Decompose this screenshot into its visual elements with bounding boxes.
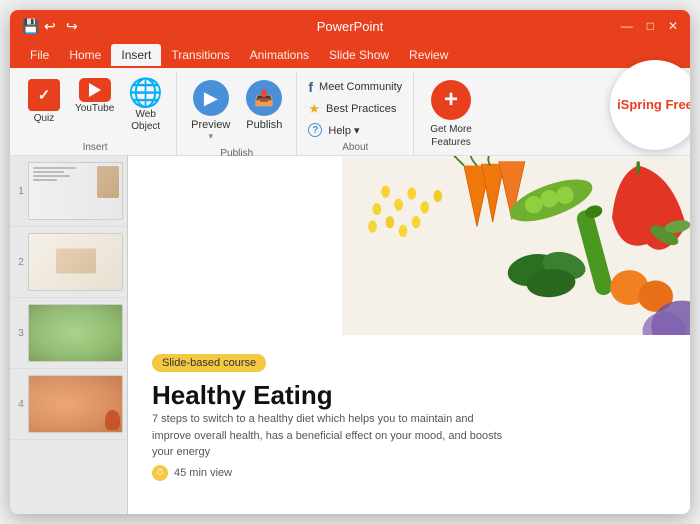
slide-duration: 45 min view <box>174 467 232 479</box>
publish-button[interactable]: 📤 Publish <box>240 76 288 135</box>
slide-title: Healthy Eating <box>152 380 666 411</box>
slide-veg-area <box>342 156 690 349</box>
quiz-label: Quiz <box>34 113 55 125</box>
ispring-badge[interactable]: iSpring Free <box>610 60 690 150</box>
meet-community-button[interactable]: f Meet Community <box>305 78 405 96</box>
tab-file[interactable]: File <box>20 44 59 66</box>
webobject-icon: 🌐 <box>128 79 163 107</box>
facebook-icon: f <box>308 79 313 95</box>
youtube-button[interactable]: YouTube <box>70 76 119 118</box>
ispring-badge-text: iSpring Free <box>617 97 690 114</box>
youtube-label: YouTube <box>75 103 114 115</box>
tab-animations[interactable]: Animations <box>240 44 319 66</box>
close-button[interactable]: ✕ <box>668 19 678 33</box>
about-items: f Meet Community ★ Best Practices ? Help… <box>305 76 405 140</box>
tab-insert[interactable]: Insert <box>111 44 161 66</box>
tab-transitions[interactable]: Transitions <box>161 44 239 66</box>
about-group-label: About <box>342 142 368 153</box>
best-practices-label: Best Practices <box>326 103 396 115</box>
minimize-button[interactable]: — <box>621 19 633 33</box>
help-label: Help ▾ <box>328 124 359 137</box>
veg-svg <box>342 156 690 349</box>
about-group: f Meet Community ★ Best Practices ? Help… <box>297 72 414 155</box>
star-icon: ★ <box>308 101 320 117</box>
title-bar-left: 💾 ↩ ↪ <box>22 19 80 33</box>
slide-description: 7 steps to switch to a healthy diet whic… <box>152 411 512 461</box>
clock-icon: ⏱ <box>152 465 168 481</box>
preview-button[interactable]: ▶ Preview ▾ <box>185 76 236 146</box>
ribbon-tab-bar: File Home Insert Transitions Animations … <box>10 42 690 68</box>
main-content: 1 2 <box>10 156 690 514</box>
preview-icon: ▶ <box>193 80 229 116</box>
getmore-group: + Get More Features <box>414 72 488 155</box>
title-bar: 💾 ↩ ↪ PowerPoint — □ ✕ <box>10 10 690 42</box>
insert-group: ✓ Quiz YouTube 🌐 <box>14 72 177 155</box>
slide-thumb-4 <box>28 375 123 433</box>
maximize-button[interactable]: □ <box>647 19 654 33</box>
publish-group: ▶ Preview ▾ 📤 Publish Publish <box>177 72 297 155</box>
insert-group-label: Insert <box>83 142 108 153</box>
powerpoint-window: 💾 ↩ ↪ PowerPoint — □ ✕ File Home Insert … <box>10 10 690 514</box>
best-practices-button[interactable]: ★ Best Practices <box>305 100 405 118</box>
course-badge: Slide-based course <box>152 354 266 372</box>
publish-label: Publish <box>246 119 282 131</box>
tab-slideshow[interactable]: Slide Show <box>319 44 399 66</box>
window-title: PowerPoint <box>317 19 383 34</box>
getmore-label: Get More Features <box>430 123 472 149</box>
slide-panel: 1 2 <box>10 156 128 514</box>
slide-number-2: 2 <box>14 257 28 268</box>
slide-thumb-3 <box>28 304 123 362</box>
webobject-label: Web Object <box>131 109 160 133</box>
undo-icon[interactable]: ↩ <box>44 19 58 33</box>
slide-thumb-2 <box>28 233 123 291</box>
preview-label: Preview <box>191 119 230 131</box>
slide-item-2[interactable]: 2 <box>10 227 127 298</box>
quiz-icon: ✓ <box>28 79 60 111</box>
slide-content-area: Slide-based course Healthy Eating 7 step… <box>128 335 690 514</box>
publish-group-items: ▶ Preview ▾ 📤 Publish <box>185 76 288 146</box>
slide-number-4: 4 <box>14 399 28 410</box>
slide-item-4[interactable]: 4 <box>10 369 127 440</box>
tab-review[interactable]: Review <box>399 44 458 66</box>
publish-icon: 📤 <box>246 80 282 116</box>
slide-view: Slide-based course Healthy Eating 7 step… <box>128 156 690 514</box>
get-more-features-button[interactable]: + Get More Features <box>422 76 480 153</box>
youtube-icon <box>79 79 111 101</box>
redo-icon[interactable]: ↪ <box>66 19 80 33</box>
slide-thumb-1 <box>28 162 123 220</box>
help-button[interactable]: ? Help ▾ <box>305 122 405 138</box>
getmore-icon: + <box>431 80 471 120</box>
save-icon[interactable]: 💾 <box>22 19 36 33</box>
slide-meta: ⏱ 45 min view <box>152 465 666 481</box>
tab-home[interactable]: Home <box>59 44 111 66</box>
webobject-button[interactable]: 🌐 Web Object <box>123 76 168 136</box>
slide-number-1: 1 <box>14 186 28 197</box>
help-icon: ? <box>308 123 322 137</box>
slide-item-1[interactable]: 1 <box>10 156 127 227</box>
ribbon: ✓ Quiz YouTube 🌐 <box>10 68 690 156</box>
meet-community-label: Meet Community <box>319 81 402 93</box>
slide-badge-container: Slide-based course <box>152 353 666 372</box>
window-controls: — □ ✕ <box>621 19 678 33</box>
slide-main: Slide-based course Healthy Eating 7 step… <box>128 156 690 514</box>
slide-item-3[interactable]: 3 <box>10 298 127 369</box>
insert-group-items: ✓ Quiz YouTube 🌐 <box>22 76 168 140</box>
slide-top-left <box>128 156 342 349</box>
quiz-button[interactable]: ✓ Quiz <box>22 76 66 128</box>
slide-number-3: 3 <box>14 328 28 339</box>
